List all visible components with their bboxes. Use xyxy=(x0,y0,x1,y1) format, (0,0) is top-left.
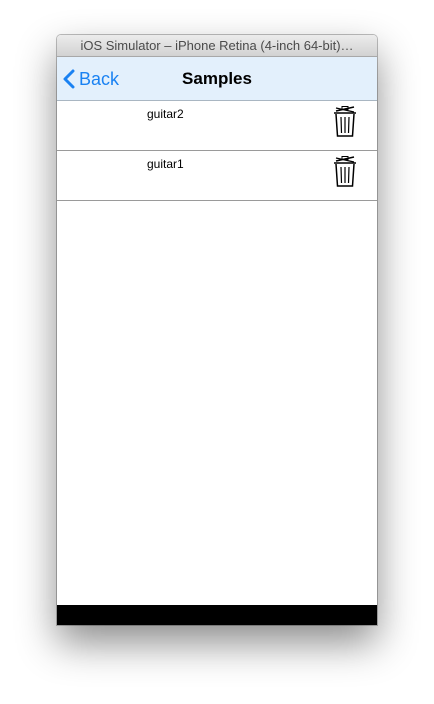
bottom-black-bar xyxy=(57,605,377,625)
sample-name: guitar2 xyxy=(147,107,184,121)
window-title[interactable]: iOS Simulator – iPhone Retina (4-inch 64… xyxy=(57,35,377,57)
trash-icon xyxy=(334,106,356,137)
samples-list: guitar2 guitar1 xyxy=(57,101,377,201)
list-item[interactable]: guitar2 xyxy=(57,101,377,151)
back-button-label: Back xyxy=(79,68,120,89)
chevron-left-icon xyxy=(63,69,75,89)
list-item[interactable]: guitar1 xyxy=(57,151,377,201)
simulator-window: iOS Simulator – iPhone Retina (4-inch 64… xyxy=(57,35,377,625)
sample-name: guitar1 xyxy=(147,157,184,171)
desktop-background: iOS Simulator – iPhone Retina (4-inch 64… xyxy=(0,0,434,704)
navigation-bar: Back Samples xyxy=(57,57,377,101)
trash-icon xyxy=(334,156,356,187)
back-button[interactable]: Back xyxy=(63,57,119,101)
delete-button[interactable] xyxy=(331,156,359,188)
delete-button[interactable] xyxy=(331,106,359,138)
